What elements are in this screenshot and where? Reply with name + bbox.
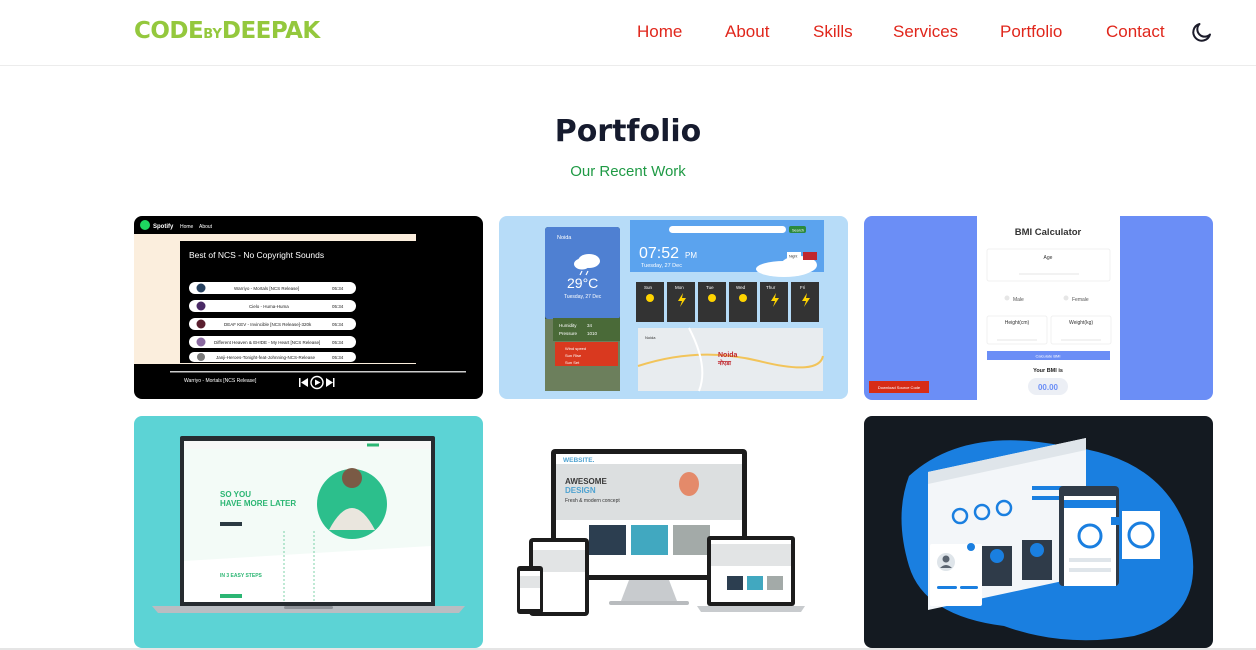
website-headline-1: AWESOME	[565, 477, 607, 486]
nav-links: Home About Skills Services Portfolio Con…	[0, 22, 1256, 44]
weather-time: 07:52	[639, 245, 679, 262]
portfolio-card-weather[interactable]: Noida 29°C Tuesday, 27 Dec Humidity 34 P…	[499, 216, 848, 399]
song-title: DEAF KEV - Invincible [NCS Release]-320k	[224, 322, 312, 327]
spotify-menu-home: Home	[180, 224, 194, 230]
forecast-day-label: Mon	[675, 285, 684, 290]
website-headline-2: DESIGN	[565, 486, 596, 495]
weather-screenshot: Noida 29°C Tuesday, 27 Dec Humidity 34 P…	[499, 216, 848, 399]
gears-icon	[673, 525, 710, 555]
humidity-label: Humidity	[559, 323, 577, 328]
landing-steps-label: IN 3 EASY STEPS	[220, 573, 263, 579]
female-label: Female	[1072, 297, 1089, 303]
forecast-day-label: Sun	[644, 285, 653, 290]
hand-pointer-icon	[589, 525, 626, 555]
navbar: CODEBYDEEPAK Home About Skills Services …	[0, 0, 1256, 66]
song-time: 05:34	[332, 322, 344, 327]
portfolio-card-landing-page[interactable]: SO YOU HAVE MORE LATER IN 3 EASY STEPS	[134, 416, 483, 648]
portfolio-card-responsive-website[interactable]: WEBSITE. AWESOME DESIGN Fresh & modern c…	[499, 416, 848, 648]
song-title: Different Heaven & EH!DE - My Heart [NCS…	[214, 340, 320, 345]
nav-portfolio[interactable]: Portfolio	[1000, 22, 1062, 42]
website-tagline: Fresh & modern concept	[565, 498, 620, 504]
song-time: 05:34	[332, 340, 344, 345]
spotify-menu-about: About	[199, 224, 213, 230]
spotify-progress-bar	[170, 371, 466, 373]
weather-date: Tuesday, 27 Dec	[564, 294, 602, 300]
portfolio-card-dashboard[interactable]	[864, 416, 1213, 648]
height-label: Height(cm)	[1005, 320, 1030, 326]
portfolio-card-spotify[interactable]: Spotify Home About Best of NCS - No Copy…	[134, 216, 483, 399]
nav-about[interactable]: About	[725, 22, 769, 42]
forecast-day-label: Fri	[800, 285, 805, 290]
dashboard-illustration	[864, 416, 1213, 648]
section-subtitle: Our Recent Work	[570, 163, 686, 180]
song-time: 05:34	[332, 286, 344, 291]
website-brand: WEBSITE.	[563, 457, 595, 464]
forecast-day-label: Wed	[736, 285, 746, 290]
bmi-title: BMI Calculator	[1015, 227, 1082, 238]
section-title: Portfolio	[554, 114, 702, 149]
map-city-local: नोएडा	[717, 359, 731, 367]
responsive-devices-mockup: WEBSITE. AWESOME DESIGN Fresh & modern c…	[499, 416, 848, 648]
spotify-playlist-title: Best of NCS - No Copyright Sounds	[189, 250, 324, 260]
bmi-result-label: Your BMI is	[1033, 368, 1063, 374]
portfolio-card-bmi[interactable]: BMI Calculator Age Male Female Height(cm…	[864, 216, 1213, 400]
map-city-label: Noida	[718, 352, 738, 359]
profile-card	[930, 544, 982, 606]
landing-page-mockup: SO YOU HAVE MORE LATER IN 3 EASY STEPS	[134, 416, 483, 648]
wind-label: Wind speed	[565, 346, 586, 351]
song-title: Warriyo - Mortals [NCS Release]	[234, 286, 299, 291]
spotify-screenshot: Spotify Home About Best of NCS - No Copy…	[134, 216, 483, 399]
nav-skills[interactable]: Skills	[813, 22, 853, 42]
weather-location: Noida	[557, 235, 572, 241]
humidity-value: 34	[587, 323, 593, 328]
moon-icon	[1192, 23, 1211, 42]
calculate-bmi-label: Calculate BMI	[1036, 354, 1061, 359]
song-time: 05:34	[332, 355, 344, 360]
weather-long-date: Tuesday, 27 Dec	[641, 263, 682, 269]
forecast-day-label: Tue	[706, 285, 714, 290]
pressure-value: 1010	[587, 331, 598, 336]
spotify-logo-icon	[140, 220, 150, 230]
theme-toggle[interactable]	[1190, 20, 1214, 44]
map-popup-label: Noida	[645, 335, 656, 340]
monitor-icon	[631, 525, 668, 555]
sunset-label: Sun Set	[565, 360, 580, 365]
song-title: Janji-Heroes-Tonight-feat-Johnning-NCS-R…	[216, 355, 316, 360]
weather-temperature: 29°C	[567, 275, 598, 291]
nav-contact[interactable]: Contact	[1106, 22, 1165, 42]
age-label: Age	[1044, 255, 1053, 261]
night-toggle-label: Night	[789, 255, 797, 259]
nav-home[interactable]: Home	[637, 22, 682, 42]
sunrise-label: Sun Rise	[565, 353, 582, 358]
song-title: Cielo - Huma-Huma	[249, 304, 289, 309]
city-search-input	[669, 226, 786, 233]
song-time: 05:34	[332, 304, 344, 309]
weight-label: Weight(kg)	[1069, 320, 1093, 326]
download-source-label: Download Source Code	[878, 385, 921, 390]
male-label: Male	[1013, 297, 1024, 303]
weather-ampm: PM	[685, 251, 697, 260]
landing-headline-2: HAVE MORE LATER	[220, 499, 296, 508]
spotify-app-name: Spotify	[153, 224, 174, 230]
nav-services[interactable]: Services	[893, 22, 958, 42]
bmi-result-value: 00.00	[1038, 383, 1059, 392]
pressure-label: Pressure	[559, 331, 578, 336]
search-button-label: Search	[792, 229, 804, 233]
landing-headline-1: SO YOU	[220, 490, 251, 499]
spotify-now-playing: Warriyo - Mortals [NCS Release]	[184, 378, 257, 384]
bmi-screenshot: BMI Calculator Age Male Female Height(cm…	[864, 216, 1213, 400]
forecast-day-label: Thur	[766, 285, 776, 290]
